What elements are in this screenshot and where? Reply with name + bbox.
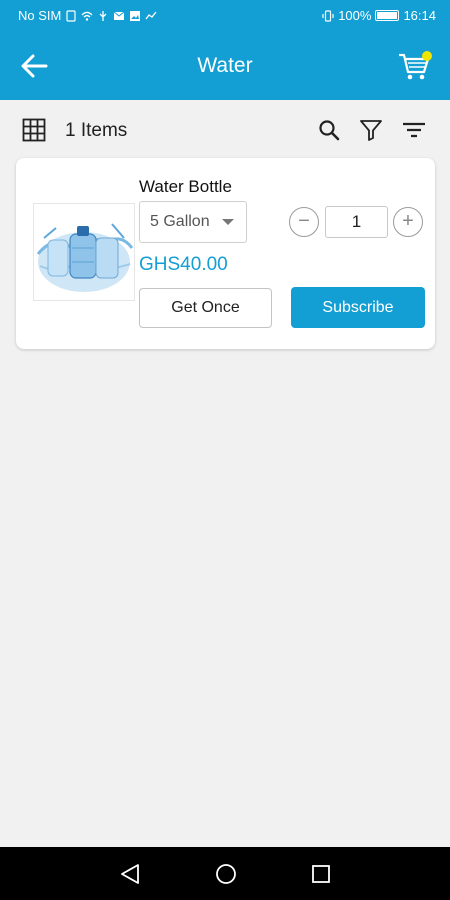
wifi-icon (81, 11, 93, 21)
cart-badge (422, 51, 432, 61)
cart-button[interactable] (396, 48, 432, 82)
activity-icon (145, 11, 157, 19)
quantity-increase-button[interactable]: + (393, 207, 423, 237)
variant-dropdown[interactable]: 5 Gallon (139, 201, 247, 243)
filter-icon[interactable] (359, 118, 383, 142)
variant-selected: 5 Gallon (150, 213, 210, 230)
product-card: Water Bottle 5 Gallon − 1 + GHS40.00 Get… (16, 158, 435, 349)
system-nav-bar (0, 847, 450, 900)
home-circle-icon[interactable] (214, 863, 238, 885)
water-bottle-image (34, 204, 134, 300)
sim-icon (66, 9, 76, 22)
clock-text: 16:14 (403, 8, 436, 23)
quantity-field[interactable]: 1 (325, 206, 388, 238)
product-price: GHS40.00 (139, 254, 228, 275)
page-title: Water (197, 54, 253, 77)
get-once-button[interactable]: Get Once (139, 288, 272, 328)
grid-view-icon[interactable] (22, 118, 46, 142)
product-image[interactable] (33, 203, 135, 301)
app-header: No SIM 100% 16:14 Water (0, 0, 450, 100)
items-count: 1 Items (65, 120, 128, 141)
search-icon[interactable] (317, 118, 341, 142)
battery-icon (375, 10, 400, 21)
back-triangle-icon[interactable] (118, 863, 142, 885)
product-name: Water Bottle (139, 177, 232, 196)
quantity-decrease-button[interactable]: − (289, 207, 319, 237)
recents-square-icon[interactable] (309, 863, 333, 885)
list-toolbar: 1 Items (0, 100, 450, 156)
caret-down-icon (222, 219, 234, 225)
usb-icon (99, 10, 107, 21)
carrier-text: No SIM (18, 8, 62, 23)
mail-icon (114, 11, 125, 20)
vibrate-icon (322, 9, 334, 22)
subscribe-button[interactable]: Subscribe (291, 287, 425, 328)
sort-icon[interactable] (402, 118, 426, 142)
status-bar: No SIM 100% 16:14 (0, 0, 450, 32)
image-notification-icon (130, 10, 141, 21)
status-left: No SIM (18, 8, 157, 23)
battery-percent: 100% (338, 8, 372, 23)
status-right: 100% 16:14 (322, 8, 436, 23)
